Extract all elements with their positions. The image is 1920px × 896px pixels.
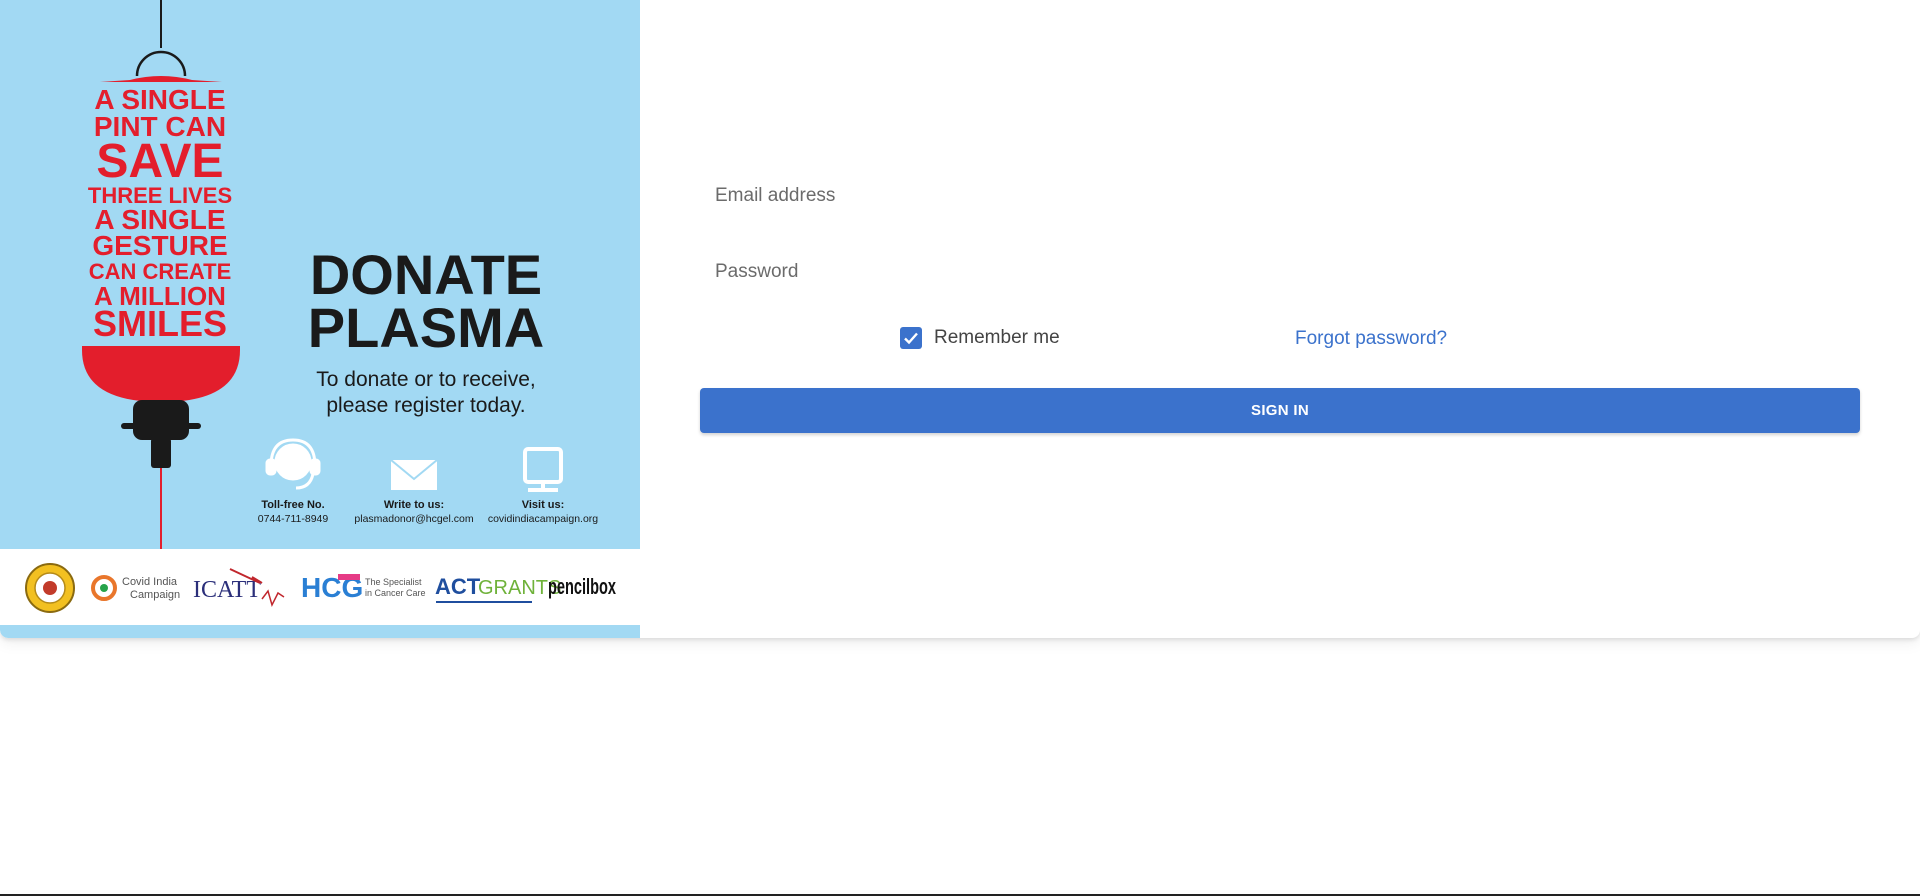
plasma-poster: A SINGLE PINT CAN SAVE THREE LIVES A SIN… <box>0 0 640 638</box>
icatt-logo: ICATT <box>193 568 285 608</box>
sponsor-strip: Covid India Campaign ICATT HCG The Speci… <box>0 549 640 625</box>
email-field-wrapper <box>700 168 1860 224</box>
sponsor-text: ICATT <box>193 577 261 603</box>
hcg-logo: HCG The Specialist in Cancer Care <box>301 572 426 603</box>
bag-connector <box>133 400 189 440</box>
slogan-line: SMILES <box>93 303 227 344</box>
govt-seal-logo <box>25 563 75 613</box>
monitor-icon <box>523 447 563 492</box>
contact-value: covidindiacampaign.org <box>488 513 598 525</box>
slogan-line: SAVE <box>96 135 223 188</box>
sign-in-button[interactable]: SIGN IN <box>700 388 1860 433</box>
login-card: A SINGLE PINT CAN SAVE THREE LIVES A SIN… <box>0 0 1920 638</box>
poster-artwork: A SINGLE PINT CAN SAVE THREE LIVES A SIN… <box>82 0 598 549</box>
envelope-icon <box>390 459 438 490</box>
act-grants-logo: ACT GRANTS <box>435 574 561 603</box>
forgot-password-link[interactable]: Forgot password? <box>1295 327 1447 351</box>
password-field-wrapper <box>700 244 1860 300</box>
sponsor-text: Covid India <box>122 576 178 588</box>
contact-label: Toll-free No. <box>261 499 324 511</box>
remember-me-control[interactable]: Remember me <box>900 327 1060 349</box>
bag-hook-icon <box>135 50 187 77</box>
email-field[interactable] <box>700 168 1860 224</box>
poster-subtitle-line2: please register today. <box>326 394 525 417</box>
covid-india-campaign-logo: Covid India Campaign <box>91 575 180 601</box>
sponsor-text: Campaign <box>130 589 180 601</box>
contact-value: 0744-711-8949 <box>258 513 329 525</box>
remember-me-label: Remember me <box>934 327 1060 348</box>
contact-label: Visit us: <box>522 499 565 511</box>
checkmark-icon <box>904 332 918 345</box>
sponsor-text: ACT <box>435 574 481 599</box>
blood-bag-icon <box>82 346 240 402</box>
poster-title-line2: PLASMA <box>308 296 544 359</box>
pencilbox-logo: pencilbox <box>548 574 617 599</box>
headset-icon <box>265 438 321 490</box>
slogan-line: GESTURE <box>92 230 227 261</box>
password-field[interactable] <box>700 244 1860 300</box>
remember-me-checkbox[interactable] <box>900 327 922 349</box>
poster-subtitle-line1: To donate or to receive, <box>316 368 535 391</box>
contact-label: Write to us: <box>384 499 444 511</box>
sponsor-text: The Specialist <box>365 577 422 587</box>
sponsor-text: in Cancer Care <box>365 588 426 598</box>
bag-top <box>100 76 222 82</box>
login-form: Remember me Forgot password? SIGN IN <box>700 0 1860 638</box>
contact-value: plasmadonor@hcgel.com <box>354 513 473 525</box>
